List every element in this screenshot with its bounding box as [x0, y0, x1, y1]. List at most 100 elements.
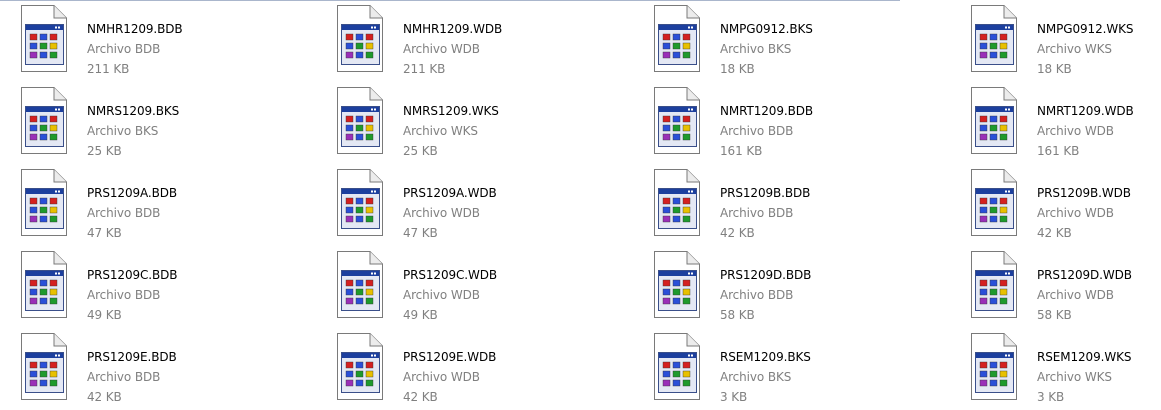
file-type: Archivo WDB	[403, 370, 480, 384]
file-name[interactable]: NMPG0912.WKS	[1037, 22, 1133, 36]
file-name[interactable]: PRS1209D.BDB	[720, 268, 811, 282]
file-item[interactable]: RSEM1209.WKS Archivo WKS 3 KB	[970, 332, 1161, 404]
file-item[interactable]: PRS1209B.WDB Archivo WDB 42 KB	[970, 168, 1161, 240]
file-size: 42 KB	[87, 390, 122, 404]
file-name[interactable]: RSEM1209.WKS	[1037, 350, 1132, 364]
file-item[interactable]: PRS1209A.WDB Archivo WDB 47 KB	[336, 168, 636, 240]
file-item[interactable]: PRS1209A.BDB Archivo BDB 47 KB	[20, 168, 320, 240]
file-type: Archivo WKS	[403, 124, 478, 138]
file-size: 3 KB	[720, 390, 748, 404]
application-file-icon[interactable]	[20, 168, 76, 238]
file-size: 161 KB	[720, 144, 763, 158]
application-file-icon[interactable]	[20, 332, 76, 402]
file-size: 161 KB	[1037, 144, 1080, 158]
application-file-icon[interactable]	[336, 168, 392, 238]
file-type: Archivo BKS	[720, 370, 792, 384]
file-type: Archivo WDB	[403, 206, 480, 220]
file-type: Archivo WDB	[403, 42, 480, 56]
file-size: 211 KB	[87, 62, 130, 76]
file-name[interactable]: NMHR1209.WDB	[403, 22, 502, 36]
application-file-icon[interactable]	[653, 332, 709, 402]
file-type: Archivo BKS	[87, 124, 159, 138]
file-name[interactable]: PRS1209E.WDB	[403, 350, 496, 364]
file-item[interactable]: NMHR1209.BDB Archivo BDB 211 KB	[20, 4, 320, 76]
file-name[interactable]: NMPG0912.BKS	[720, 22, 813, 36]
file-type: Archivo BDB	[87, 370, 161, 384]
file-type: Archivo BDB	[87, 206, 161, 220]
application-file-icon[interactable]	[653, 168, 709, 238]
file-type: Archivo BDB	[720, 206, 794, 220]
file-item[interactable]: PRS1209C.WDB Archivo WDB 49 KB	[336, 250, 636, 322]
file-name[interactable]: PRS1209C.BDB	[87, 268, 178, 282]
application-file-icon[interactable]	[970, 86, 1026, 156]
application-file-icon[interactable]	[653, 86, 709, 156]
file-item[interactable]: NMPG0912.WKS Archivo WKS 18 KB	[970, 4, 1161, 76]
file-size: 47 KB	[403, 226, 438, 240]
file-type: Archivo BDB	[87, 42, 161, 56]
file-size: 42 KB	[1037, 226, 1072, 240]
file-name[interactable]: PRS1209E.BDB	[87, 350, 177, 364]
file-type: Archivo BDB	[720, 288, 794, 302]
application-file-icon[interactable]	[20, 86, 76, 156]
file-name[interactable]: RSEM1209.BKS	[720, 350, 811, 364]
file-item[interactable]: NMHR1209.WDB Archivo WDB 211 KB	[336, 4, 636, 76]
file-size: 42 KB	[720, 226, 755, 240]
file-item[interactable]: RSEM1209.BKS Archivo BKS 3 KB	[653, 332, 953, 404]
file-name[interactable]: PRS1209A.BDB	[87, 186, 177, 200]
file-item[interactable]: PRS1209B.BDB Archivo BDB 42 KB	[653, 168, 953, 240]
file-name[interactable]: NMRT1209.BDB	[720, 104, 813, 118]
file-name[interactable]: PRS1209B.BDB	[720, 186, 810, 200]
file-size: 25 KB	[87, 144, 122, 158]
file-name[interactable]: PRS1209C.WDB	[403, 268, 497, 282]
file-type: Archivo WDB	[1037, 124, 1114, 138]
file-type: Archivo WKS	[1037, 42, 1112, 56]
file-item[interactable]: PRS1209E.BDB Archivo BDB 42 KB	[20, 332, 320, 404]
application-file-icon[interactable]	[653, 4, 709, 74]
file-size: 3 KB	[1037, 390, 1065, 404]
file-size: 49 KB	[87, 308, 122, 322]
file-item[interactable]: PRS1209D.BDB Archivo BDB 58 KB	[653, 250, 953, 322]
file-name[interactable]: NMRS1209.BKS	[87, 104, 179, 118]
file-size: 18 KB	[720, 62, 755, 76]
file-item[interactable]: PRS1209D.WDB Archivo WDB 58 KB	[970, 250, 1161, 322]
file-type: Archivo BKS	[720, 42, 792, 56]
file-item[interactable]: NMRT1209.BDB Archivo BDB 161 KB	[653, 86, 953, 158]
file-type: Archivo WDB	[1037, 206, 1114, 220]
file-name[interactable]: NMRS1209.WKS	[403, 104, 499, 118]
file-name[interactable]: PRS1209D.WDB	[1037, 268, 1132, 282]
file-type: Archivo WDB	[403, 288, 480, 302]
file-type: Archivo BDB	[87, 288, 161, 302]
view-top-border	[0, 0, 900, 1]
file-name[interactable]: NMRT1209.WDB	[1037, 104, 1134, 118]
file-item[interactable]: NMRS1209.BKS Archivo BKS 25 KB	[20, 86, 320, 158]
file-item[interactable]: PRS1209C.BDB Archivo BDB 49 KB	[20, 250, 320, 322]
file-name[interactable]: NMHR1209.BDB	[87, 22, 183, 36]
application-file-icon[interactable]	[970, 332, 1026, 402]
file-list-tiles-view: NMHR1209.BDB Archivo BDB 211 KB NMHR1209.WD…	[0, 0, 1161, 410]
file-size: 18 KB	[1037, 62, 1072, 76]
file-item[interactable]: NMPG0912.BKS Archivo BKS 18 KB	[653, 4, 953, 76]
application-file-icon[interactable]	[20, 4, 76, 74]
file-item[interactable]: NMRS1209.WKS Archivo WKS 25 KB	[336, 86, 636, 158]
file-size: 42 KB	[403, 390, 438, 404]
file-item[interactable]: NMRT1209.WDB Archivo WDB 161 KB	[970, 86, 1161, 158]
file-type: Archivo BDB	[720, 124, 794, 138]
file-item[interactable]: PRS1209E.WDB Archivo WDB 42 KB	[336, 332, 636, 404]
application-file-icon[interactable]	[336, 332, 392, 402]
file-size: 25 KB	[403, 144, 438, 158]
application-file-icon[interactable]	[336, 4, 392, 74]
file-size: 211 KB	[403, 62, 446, 76]
application-file-icon[interactable]	[336, 86, 392, 156]
application-file-icon[interactable]	[970, 168, 1026, 238]
file-type: Archivo WDB	[1037, 288, 1114, 302]
file-name[interactable]: PRS1209B.WDB	[1037, 186, 1131, 200]
application-file-icon[interactable]	[970, 4, 1026, 74]
application-file-icon[interactable]	[653, 250, 709, 320]
file-size: 58 KB	[720, 308, 755, 322]
application-file-icon[interactable]	[970, 250, 1026, 320]
file-name[interactable]: PRS1209A.WDB	[403, 186, 497, 200]
file-size: 49 KB	[403, 308, 438, 322]
file-size: 58 KB	[1037, 308, 1072, 322]
application-file-icon[interactable]	[336, 250, 392, 320]
application-file-icon[interactable]	[20, 250, 76, 320]
